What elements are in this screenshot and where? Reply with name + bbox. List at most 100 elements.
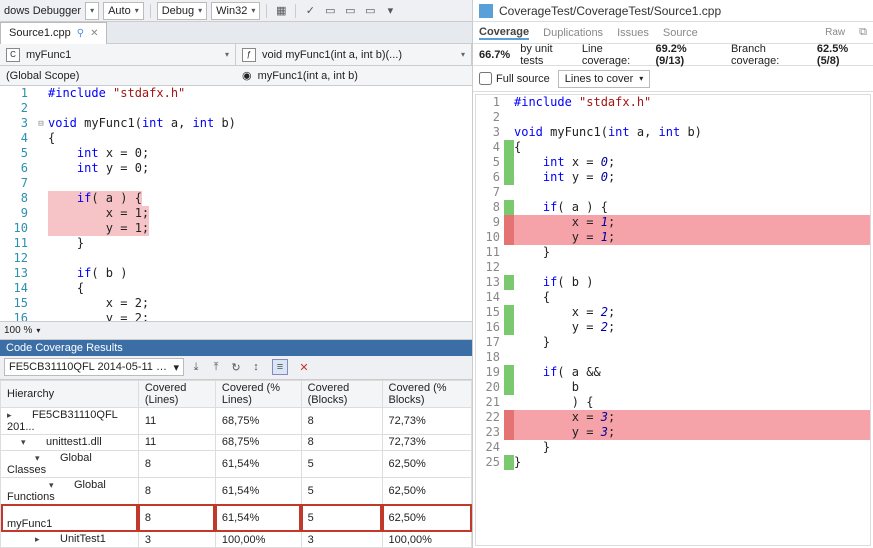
tool-btn-2[interactable]: ✓ [302,3,318,19]
editor-tabbar: Source1.cpp ⚲ ✕ [0,22,472,44]
sonar-code-line[interactable]: x = 1; [514,215,870,230]
tab-coverage[interactable]: Coverage [479,26,529,40]
refresh-icon[interactable]: ↻ [228,359,244,375]
table-row[interactable]: ▸FE5CB31110QFL 201...1168,75%872,73% [1,407,472,434]
raw-link[interactable]: Raw [825,27,845,38]
table-row[interactable]: ▾Global Classes861,54%562,50% [1,450,472,477]
sonar-code[interactable]: 1234567891011121314151617181920212223242… [475,94,871,546]
code-line[interactable]: #include "stdafx.h" [48,86,472,101]
type-icon: C [6,48,20,62]
code-line[interactable]: int x = 0; [48,146,472,161]
sonar-code-line[interactable]: { [514,290,870,305]
scope-right[interactable]: ◉ myFunc1(int a, int b) [236,69,472,82]
sonar-code-line[interactable]: ) { [514,395,870,410]
coverage-panel-title: Code Coverage Results [0,340,472,356]
cover-mode-select[interactable]: Lines to cover▾ [558,70,651,88]
by-label: by unit tests [520,43,572,67]
code-line[interactable]: y = 2; [48,311,472,321]
nav-left-combo[interactable]: C myFunc1 ▾ [0,44,236,65]
code-line[interactable]: x = 1; [48,206,472,221]
nav-right-combo[interactable]: ƒ void myFunc1(int a, int b)(...) ▾ [236,44,472,65]
code-line[interactable] [48,101,472,116]
sonar-code-line[interactable]: b [514,380,870,395]
coverage-table: HierarchyCovered (Lines)Covered (% Lines… [0,380,472,548]
tool-btn-5[interactable]: ▭ [362,3,378,19]
tab-duplications[interactable]: Duplications [543,27,603,39]
table-row[interactable]: ▾Global Functions861,54%562,50% [1,477,472,504]
main-toolbar: dows Debugger ▾ Auto▾ Debug▾ Win32▾ ▦ ✓ … [0,0,472,22]
tab-issues[interactable]: Issues [617,27,649,39]
code-line[interactable]: x = 2; [48,296,472,311]
highlight-icon[interactable]: ≡ [272,359,288,375]
col-header[interactable]: Covered (% Blocks) [382,380,472,407]
branch-cov-label: Branch coverage: [731,43,807,67]
debugger-combo[interactable]: ▾ [85,2,99,20]
table-row[interactable]: ▾unittest1.dll1168,75%872,73% [1,434,472,450]
export-icon[interactable]: ⤒ [208,359,224,375]
pin-icon[interactable]: ⚲ [77,28,84,39]
nav-bar: C myFunc1 ▾ ƒ void myFunc1(int a, int b)… [0,44,472,66]
tool-btn-6[interactable]: ▾ [382,3,398,19]
sonar-code-line[interactable] [514,185,870,200]
sonar-code-line[interactable]: if( a && [514,365,870,380]
scope-left[interactable]: (Global Scope) [0,70,236,82]
col-header[interactable]: Hierarchy [1,380,139,407]
overall-pct: 66.7% [479,49,510,61]
sonar-code-line[interactable]: x = 3; [514,410,870,425]
sonar-code-line[interactable]: } [514,245,870,260]
config-combo[interactable]: Debug▾ [157,2,207,20]
sonar-code-line[interactable]: y = 3; [514,425,870,440]
sonar-tabs: Coverage Duplications Issues Source Raw … [473,22,873,44]
sonar-code-line[interactable]: if( b ) [514,275,870,290]
col-header[interactable]: Covered (Lines) [138,380,215,407]
sonar-code-line[interactable]: void myFunc1(int a, int b) [514,125,870,140]
code-line[interactable] [48,251,472,266]
file-icon [479,4,493,18]
code-line[interactable]: { [48,131,472,146]
code-line[interactable]: if( a ) { [48,191,472,206]
import-icon[interactable]: ⤓ [188,359,204,375]
line-cov-val: 69.2% (9/13) [655,43,710,67]
tab-source[interactable]: Source [663,27,698,39]
code-line[interactable]: y = 1; [48,221,472,236]
sonar-code-line[interactable]: } [514,335,870,350]
sonar-code-line[interactable]: int y = 0; [514,170,870,185]
col-header[interactable]: Covered (Blocks) [301,380,382,407]
close-icon[interactable]: ✕ [90,28,98,39]
results-combo[interactable]: FE5CB31110QFL 2014-05-11 19_48_05 ▾ [4,358,184,376]
method-icon: ƒ [242,48,256,62]
mode-combo[interactable]: Auto▾ [103,2,144,20]
code-line[interactable]: } [48,236,472,251]
col-header[interactable]: Covered (% Lines) [215,380,301,407]
code-editor[interactable]: 1234567891011121314151617181920212223242… [0,86,472,321]
editor-tab[interactable]: Source1.cpp ⚲ ✕ [0,22,107,44]
fullsource-check[interactable]: Full source [479,72,550,85]
sonar-code-line[interactable]: x = 2; [514,305,870,320]
sonar-code-line[interactable] [514,110,870,125]
sonar-code-line[interactable]: y = 2; [514,320,870,335]
code-line[interactable] [48,176,472,191]
sonar-code-line[interactable]: { [514,140,870,155]
sonar-code-line[interactable]: } [514,455,870,470]
code-line[interactable]: if( b ) [48,266,472,281]
tool-btn-1[interactable]: ▦ [273,3,289,19]
sonar-code-line[interactable]: } [514,440,870,455]
new-window-icon[interactable]: ⧉ [859,26,867,39]
code-line[interactable]: int y = 0; [48,161,472,176]
sonar-code-line[interactable]: int x = 0; [514,155,870,170]
merge-icon[interactable]: ↕ [248,359,264,375]
tool-btn-4[interactable]: ▭ [342,3,358,19]
tool-btn-3[interactable]: ▭ [322,3,338,19]
code-line[interactable]: void myFunc1(int a, int b) [48,116,472,131]
table-row[interactable]: myFunc1861,54%562,50% [1,504,472,531]
sonar-code-line[interactable]: y = 1; [514,230,870,245]
sonar-code-line[interactable] [514,260,870,275]
sonar-code-line[interactable]: if( a ) { [514,200,870,215]
delete-icon[interactable]: ✕ [296,359,312,375]
platform-combo[interactable]: Win32▾ [211,2,260,20]
sonar-code-line[interactable]: #include "stdafx.h" [514,95,870,110]
zoom-indicator[interactable]: 100 %▾ [0,321,472,339]
sonar-code-line[interactable] [514,350,870,365]
code-line[interactable]: { [48,281,472,296]
table-row[interactable]: ▸UnitTest13100,00%3100,00% [1,532,472,548]
